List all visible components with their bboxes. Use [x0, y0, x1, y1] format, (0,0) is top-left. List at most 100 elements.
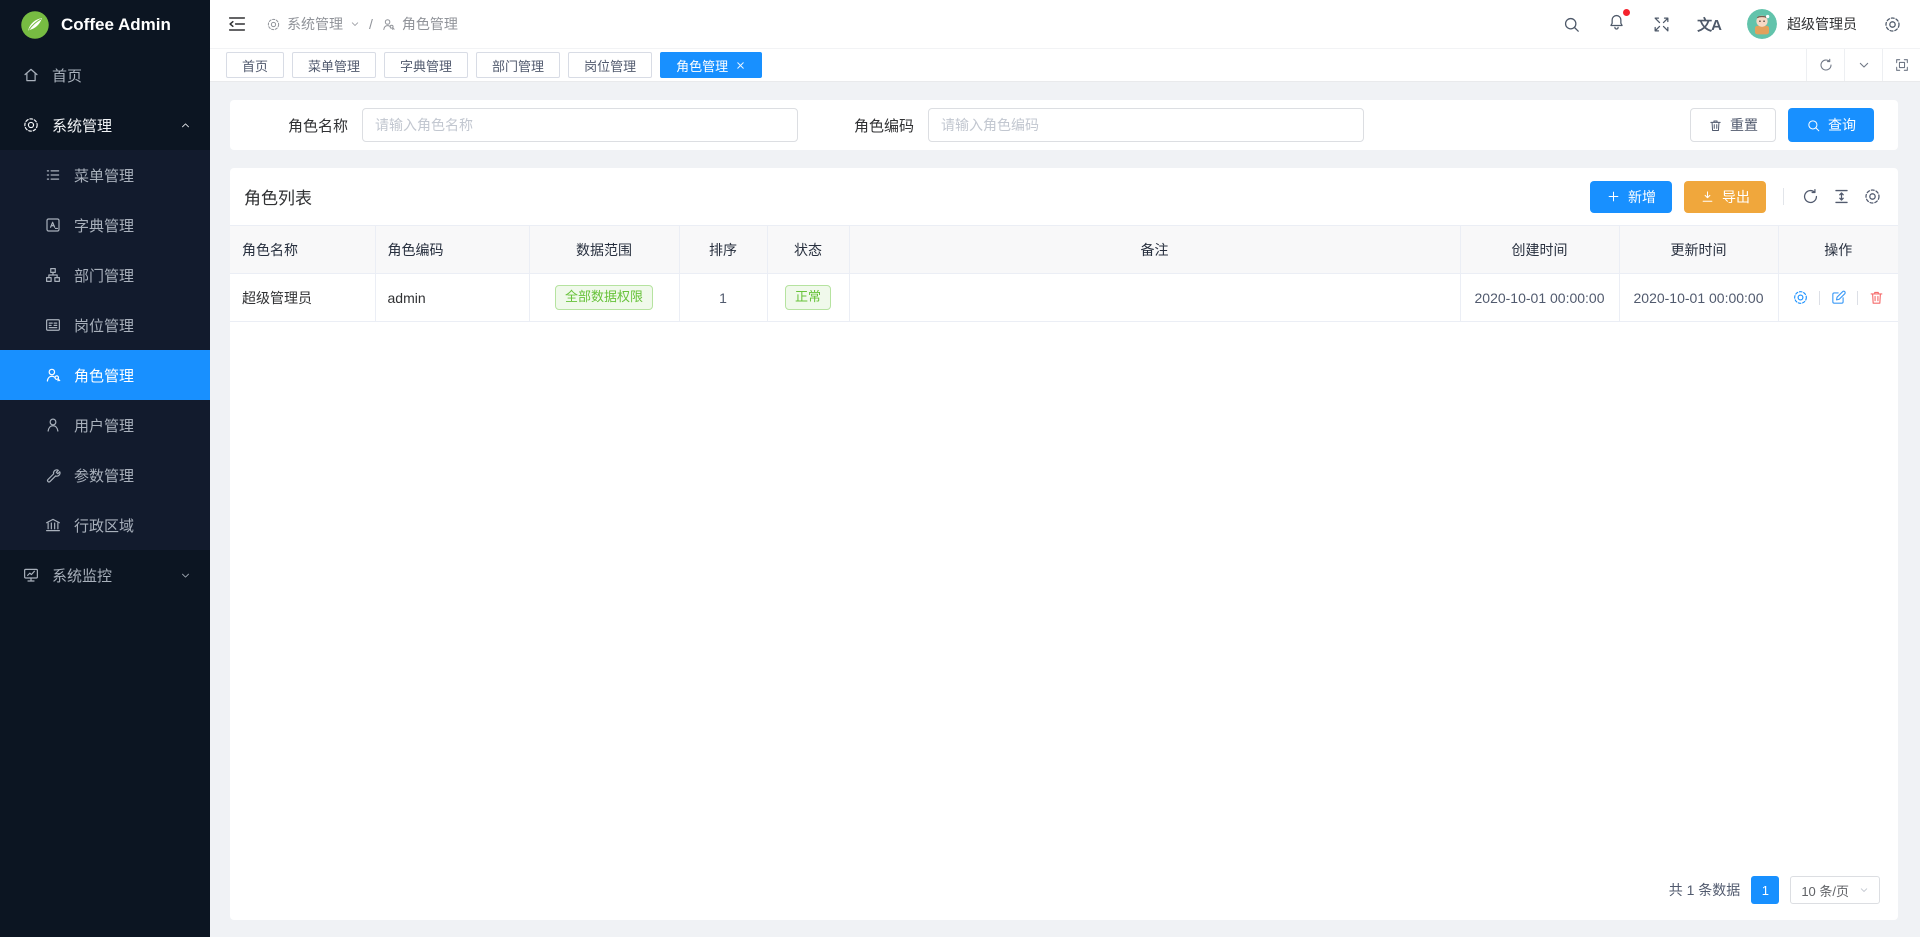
- tab-dict-management[interactable]: 字典管理: [384, 52, 468, 78]
- breadcrumb-parent[interactable]: 系统管理: [266, 14, 361, 34]
- add-button[interactable]: 新增: [1590, 181, 1672, 213]
- chevron-down-icon: [349, 18, 361, 30]
- col-role-name: 角色名称: [230, 226, 375, 274]
- cell-remark: [849, 274, 1460, 322]
- cell-created-at: 2020-10-01 00:00:00: [1460, 274, 1619, 322]
- role-key-icon: [381, 17, 396, 32]
- cell-actions: [1778, 274, 1898, 322]
- sidebar-menu: 首页 系统管理 菜单管理 字典管理 部门管理: [0, 50, 210, 600]
- tab-post-management[interactable]: 岗位管理: [568, 52, 652, 78]
- cell-data-scope: 全部数据权限: [529, 274, 679, 322]
- spring-leaf-logo-icon: [20, 10, 50, 40]
- sidebar-item-menu-management[interactable]: 菜单管理: [0, 150, 210, 200]
- role-code-input[interactable]: [928, 108, 1364, 142]
- refresh-tab-button[interactable]: [1806, 49, 1844, 81]
- sidebar-item-label: 角色管理: [74, 365, 134, 386]
- role-name-form-item: 角色名称: [288, 108, 798, 142]
- app-title: Coffee Admin: [61, 15, 171, 35]
- role-code-label: 角色编码: [854, 115, 914, 136]
- export-button-label: 导出: [1722, 187, 1750, 207]
- toolbar-divider: [1783, 188, 1784, 205]
- header-actions: 文A 超级管理员: [1562, 9, 1902, 39]
- sidebar-item-home[interactable]: 首页: [0, 50, 210, 100]
- tab-label: 部门管理: [492, 56, 544, 75]
- refresh-icon: [1818, 57, 1834, 73]
- gear-icon: [22, 116, 40, 134]
- search-icon[interactable]: [1562, 15, 1581, 34]
- tab-menu-management[interactable]: 菜单管理: [292, 52, 376, 78]
- sidebar-item-label: 岗位管理: [74, 315, 134, 336]
- tab-dept-management[interactable]: 部门管理: [476, 52, 560, 78]
- row-edit-icon[interactable]: [1830, 289, 1847, 306]
- tab-options-dropdown[interactable]: [1844, 49, 1882, 81]
- reset-button-label: 重置: [1730, 115, 1758, 135]
- col-role-code: 角色编码: [375, 226, 529, 274]
- tab-role-management[interactable]: 角色管理: [660, 52, 762, 78]
- row-permission-gear-icon[interactable]: [1792, 289, 1809, 306]
- page-tabs: 首页 菜单管理 字典管理 部门管理 岗位管理 角色管理: [210, 48, 1920, 82]
- download-icon: [1700, 189, 1715, 204]
- sidebar-item-admin-region[interactable]: 行政区域: [0, 500, 210, 550]
- menu-fold-icon[interactable]: [226, 13, 248, 35]
- pagination: 共 1 条数据 1 10 条/页: [230, 876, 1898, 920]
- tab-tools: [1806, 49, 1920, 81]
- breadcrumb-separator: /: [369, 16, 373, 32]
- action-divider: [1857, 291, 1858, 305]
- wrench-icon: [44, 466, 62, 484]
- refresh-icon[interactable]: [1801, 187, 1820, 206]
- row-height-icon[interactable]: [1832, 187, 1851, 206]
- role-list-card: 角色列表 新增 导出: [230, 168, 1898, 920]
- row-delete-icon[interactable]: [1868, 289, 1885, 306]
- sidebar-item-dept-management[interactable]: 部门管理: [0, 250, 210, 300]
- settings-gear-icon[interactable]: [1883, 15, 1902, 34]
- data-scope-badge: 全部数据权限: [555, 285, 653, 309]
- col-remark: 备注: [849, 226, 1460, 274]
- sidebar-item-post-management[interactable]: 岗位管理: [0, 300, 210, 350]
- sidebar-item-label: 行政区域: [74, 515, 134, 536]
- chevron-down-icon: [179, 569, 192, 582]
- query-button[interactable]: 查询: [1788, 108, 1874, 142]
- chevron-down-icon: [1856, 57, 1872, 73]
- id-badge-icon: [44, 316, 62, 334]
- tab-home[interactable]: 首页: [226, 52, 284, 78]
- close-icon[interactable]: [735, 60, 746, 71]
- reset-button[interactable]: 重置: [1690, 108, 1776, 142]
- content-fullscreen-button[interactable]: [1882, 49, 1920, 81]
- bank-icon: [44, 516, 62, 534]
- avatar: [1747, 9, 1777, 39]
- sidebar-item-label: 部门管理: [74, 265, 134, 286]
- fullscreen-icon[interactable]: [1652, 15, 1671, 34]
- export-button[interactable]: 导出: [1684, 181, 1766, 213]
- user-menu[interactable]: 超级管理员: [1747, 9, 1857, 39]
- role-name-input[interactable]: [362, 108, 798, 142]
- col-updated-at: 更新时间: [1619, 226, 1778, 274]
- tab-label: 岗位管理: [584, 56, 636, 75]
- sidebar-item-label: 系统管理: [52, 115, 112, 136]
- app-logo[interactable]: Coffee Admin: [0, 0, 210, 50]
- table-settings-gear-icon[interactable]: [1863, 187, 1882, 206]
- breadcrumb-current: 角色管理: [381, 14, 458, 34]
- sidebar-submenu-system: 菜单管理 字典管理 部门管理 岗位管理 角色管理: [0, 150, 210, 550]
- sidebar-item-dict-management[interactable]: 字典管理: [0, 200, 210, 250]
- sidebar-item-user-management[interactable]: 用户管理: [0, 400, 210, 450]
- sidebar-item-system-monitor[interactable]: 系统监控: [0, 550, 210, 600]
- frame-icon: [1894, 57, 1910, 73]
- notification-button[interactable]: [1607, 12, 1626, 36]
- sidebar-item-label: 首页: [52, 65, 82, 86]
- tab-label: 首页: [242, 56, 268, 75]
- breadcrumb: 系统管理 / 角色管理: [266, 14, 458, 34]
- breadcrumb-current-label: 角色管理: [402, 14, 458, 34]
- page-size-select[interactable]: 10 条/页: [1790, 876, 1880, 904]
- main-area: 系统管理 / 角色管理 文A 超级管理员: [210, 0, 1920, 937]
- sidebar-item-system-management[interactable]: 系统管理: [0, 100, 210, 150]
- translate-icon[interactable]: 文A: [1697, 14, 1721, 35]
- cell-updated-at: 2020-10-01 00:00:00: [1619, 274, 1778, 322]
- query-button-label: 查询: [1828, 115, 1856, 135]
- cell-sort: 1: [679, 274, 767, 322]
- user-icon: [44, 416, 62, 434]
- page-number-button[interactable]: 1: [1751, 876, 1779, 904]
- sidebar-item-param-management[interactable]: 参数管理: [0, 450, 210, 500]
- search-actions: 重置 查询: [1690, 108, 1874, 142]
- gear-icon: [266, 17, 281, 32]
- sidebar-item-role-management[interactable]: 角色管理: [0, 350, 210, 400]
